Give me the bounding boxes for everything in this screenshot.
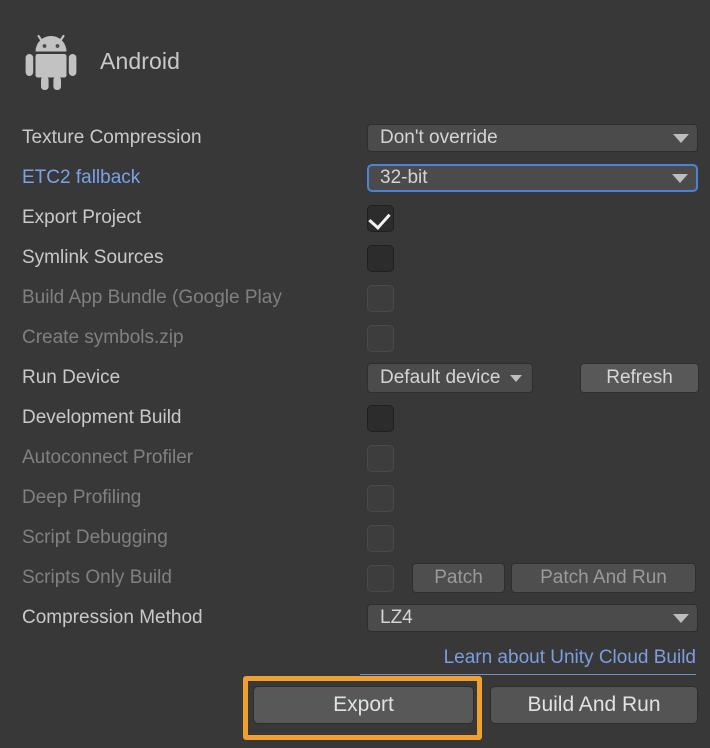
script-debugging-checkbox <box>367 518 394 558</box>
build-and-run-button-label: Build And Run <box>527 693 661 716</box>
row-script-debugging: Script Debugging <box>0 518 710 558</box>
chevron-down-icon <box>673 613 689 623</box>
patch-and-run-button-label: Patch And Run <box>540 567 667 588</box>
row-export-project: Export Project <box>0 198 710 238</box>
refresh-button[interactable]: Refresh <box>580 358 699 398</box>
row-create-symbols-zip: Create symbols.zip <box>0 318 710 358</box>
build-settings-list: Texture Compression Don't override ETC2 … <box>0 118 710 638</box>
export-button[interactable]: Export <box>253 686 474 724</box>
row-etc2-fallback: ETC2 fallback 32-bit <box>0 158 710 198</box>
bottom-button-bar: Export Build And Run <box>0 686 710 728</box>
label-run-device: Run Device <box>22 367 121 388</box>
etc2-fallback-dropdown[interactable]: 32-bit <box>367 158 698 198</box>
cloud-build-row: Learn about Unity Cloud Build <box>0 645 710 679</box>
patch-button-label: Patch <box>434 567 483 588</box>
row-deep-profiling: Deep Profiling <box>0 478 710 518</box>
chevron-down-icon <box>673 133 689 143</box>
label-compression-method: Compression Method <box>22 607 203 628</box>
create-symbols-zip-checkbox <box>367 318 394 358</box>
texture-compression-dropdown[interactable]: Don't override <box>367 118 698 158</box>
label-deep-profiling: Deep Profiling <box>22 487 142 508</box>
symlink-sources-checkbox[interactable] <box>367 238 394 278</box>
link-underline <box>360 674 696 675</box>
compression-method-value: LZ4 <box>380 607 413 628</box>
run-device-dropdown[interactable]: Default device <box>367 358 534 398</box>
export-button-label: Export <box>333 693 394 716</box>
refresh-button-label: Refresh <box>606 367 673 388</box>
platform-header: Android <box>22 22 502 100</box>
texture-compression-value: Don't override <box>380 127 498 148</box>
row-build-app-bundle: Build App Bundle (Google Play <box>0 278 710 318</box>
deep-profiling-checkbox <box>367 478 394 518</box>
check-icon <box>368 206 391 230</box>
row-symlink-sources: Symlink Sources <box>0 238 710 278</box>
chevron-down-icon <box>672 173 688 183</box>
page-title: Android <box>100 47 180 74</box>
label-autoconnect-profiler: Autoconnect Profiler <box>22 447 194 468</box>
label-build-app-bundle: Build App Bundle (Google Play <box>22 287 282 308</box>
scripts-only-build-checkbox <box>367 558 394 598</box>
label-etc2-fallback[interactable]: ETC2 fallback <box>22 158 140 198</box>
build-and-run-button[interactable]: Build And Run <box>490 686 698 724</box>
run-device-value: Default device <box>380 367 501 388</box>
row-compression-method: Compression Method LZ4 <box>0 598 710 638</box>
label-texture-compression: Texture Compression <box>22 127 202 148</box>
unity-cloud-build-link[interactable]: Learn about Unity Cloud Build <box>444 647 696 669</box>
patch-button: Patch <box>412 558 505 598</box>
row-autoconnect-profiler: Autoconnect Profiler <box>0 438 710 478</box>
row-scripts-only-build: Scripts Only Build Patch Patch And Run <box>0 558 710 598</box>
label-scripts-only-build: Scripts Only Build <box>22 567 172 588</box>
label-create-symbols-zip: Create symbols.zip <box>22 327 184 348</box>
label-script-debugging: Script Debugging <box>22 527 168 548</box>
export-project-checkbox[interactable] <box>367 198 394 238</box>
label-development-build: Development Build <box>22 407 182 428</box>
compression-method-dropdown[interactable]: LZ4 <box>367 598 698 638</box>
development-build-checkbox[interactable] <box>367 398 394 438</box>
label-symlink-sources: Symlink Sources <box>22 247 164 268</box>
build-app-bundle-checkbox <box>367 278 394 318</box>
autoconnect-profiler-checkbox <box>367 438 394 478</box>
row-run-device: Run Device Default device Refresh <box>0 358 710 398</box>
android-robot-icon <box>22 30 80 92</box>
patch-and-run-button: Patch And Run <box>511 558 696 598</box>
etc2-fallback-value: 32-bit <box>380 167 428 188</box>
label-export-project: Export Project <box>22 207 142 228</box>
chevron-down-icon <box>510 374 523 382</box>
row-development-build: Development Build <box>0 398 710 438</box>
row-texture-compression: Texture Compression Don't override <box>0 118 710 158</box>
